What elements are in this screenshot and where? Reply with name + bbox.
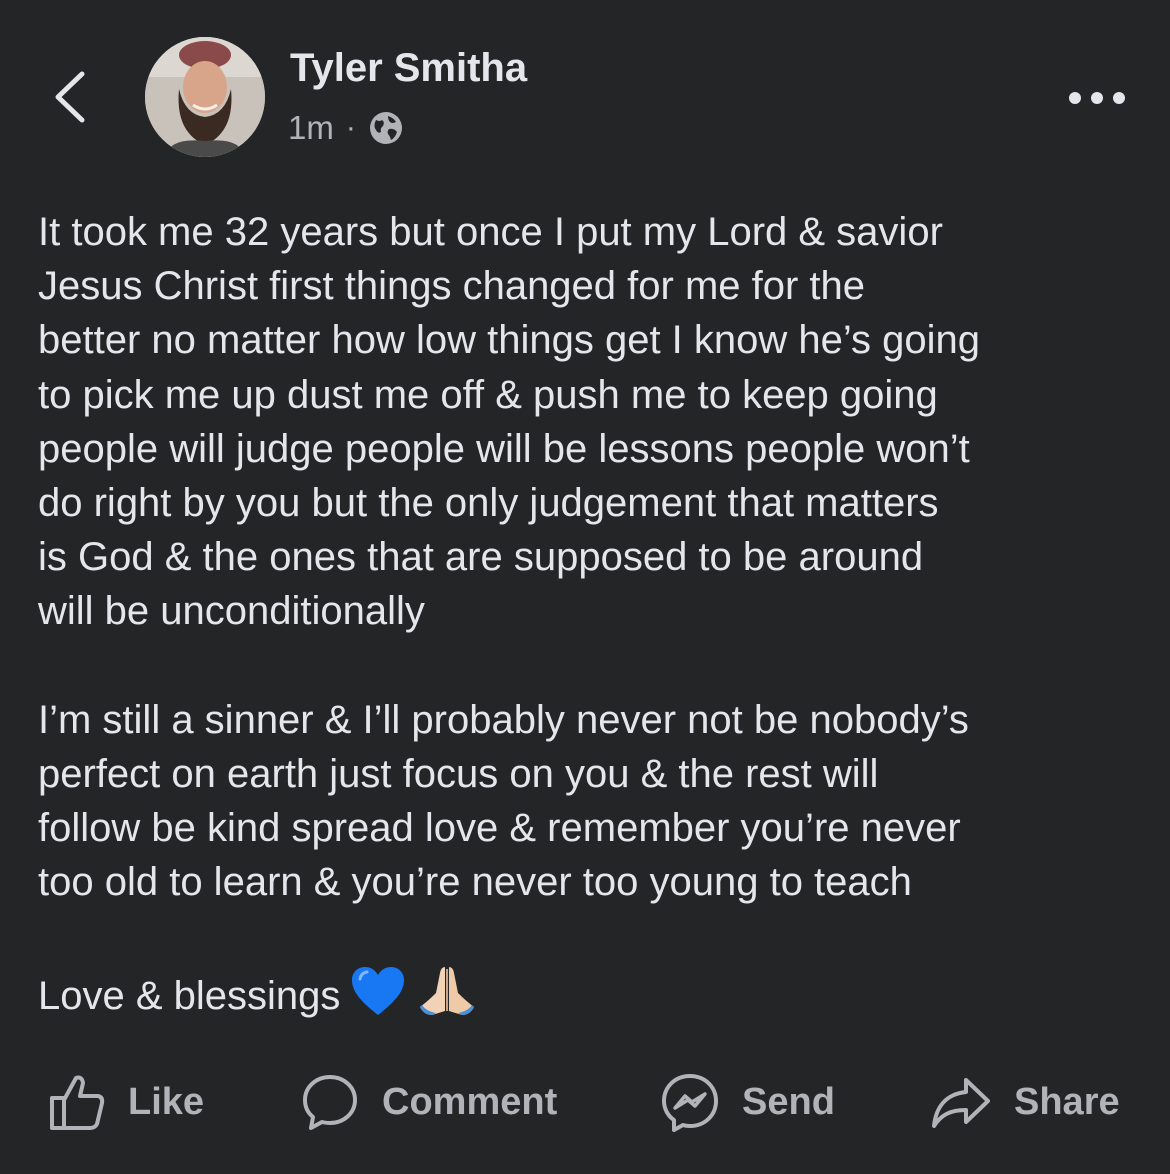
like-button[interactable]: Like (48, 1062, 204, 1142)
comment-button[interactable]: Comment (300, 1062, 557, 1142)
action-bar: Like Comment Send Share (0, 1062, 1170, 1142)
avatar-image (145, 37, 265, 157)
post-paragraph-2: I’m still a sinner & I’ll probably never… (38, 697, 969, 905)
send-button[interactable]: Send (660, 1062, 835, 1142)
author-name[interactable]: Tyler Smitha (290, 46, 527, 91)
more-options-button[interactable] (1062, 80, 1132, 116)
comment-icon (303, 1075, 357, 1130)
blue-heart-icon (352, 967, 405, 1016)
back-button[interactable] (44, 62, 104, 132)
post-paragraph-1: It took me 32 years but once I put my Lo… (38, 210, 981, 634)
closing-text: Love & blessings (38, 974, 341, 1019)
post-header: Tyler Smitha 1m · (0, 0, 1170, 180)
post-meta: 1m · (288, 106, 404, 150)
share-label: Share (1014, 1080, 1120, 1123)
post-body: It took me 32 years but once I put my Lo… (38, 205, 1148, 1024)
meta-separator: · (345, 111, 356, 144)
comment-label: Comment (382, 1080, 558, 1123)
post-time[interactable]: 1m (288, 109, 334, 147)
avatar[interactable] (145, 37, 265, 157)
more-icon (1069, 92, 1125, 104)
share-button[interactable]: Share (930, 1062, 1120, 1142)
chevron-left-icon (55, 71, 85, 123)
praying-hands-icon (420, 967, 475, 1016)
send-label: Send (742, 1080, 835, 1123)
thumbs-up-icon (50, 1075, 105, 1130)
globe-icon (369, 112, 402, 144)
messenger-icon (662, 1074, 718, 1132)
share-icon (932, 1078, 990, 1128)
like-label: Like (128, 1080, 205, 1123)
post-closing: Love & blessings (38, 963, 1148, 1023)
